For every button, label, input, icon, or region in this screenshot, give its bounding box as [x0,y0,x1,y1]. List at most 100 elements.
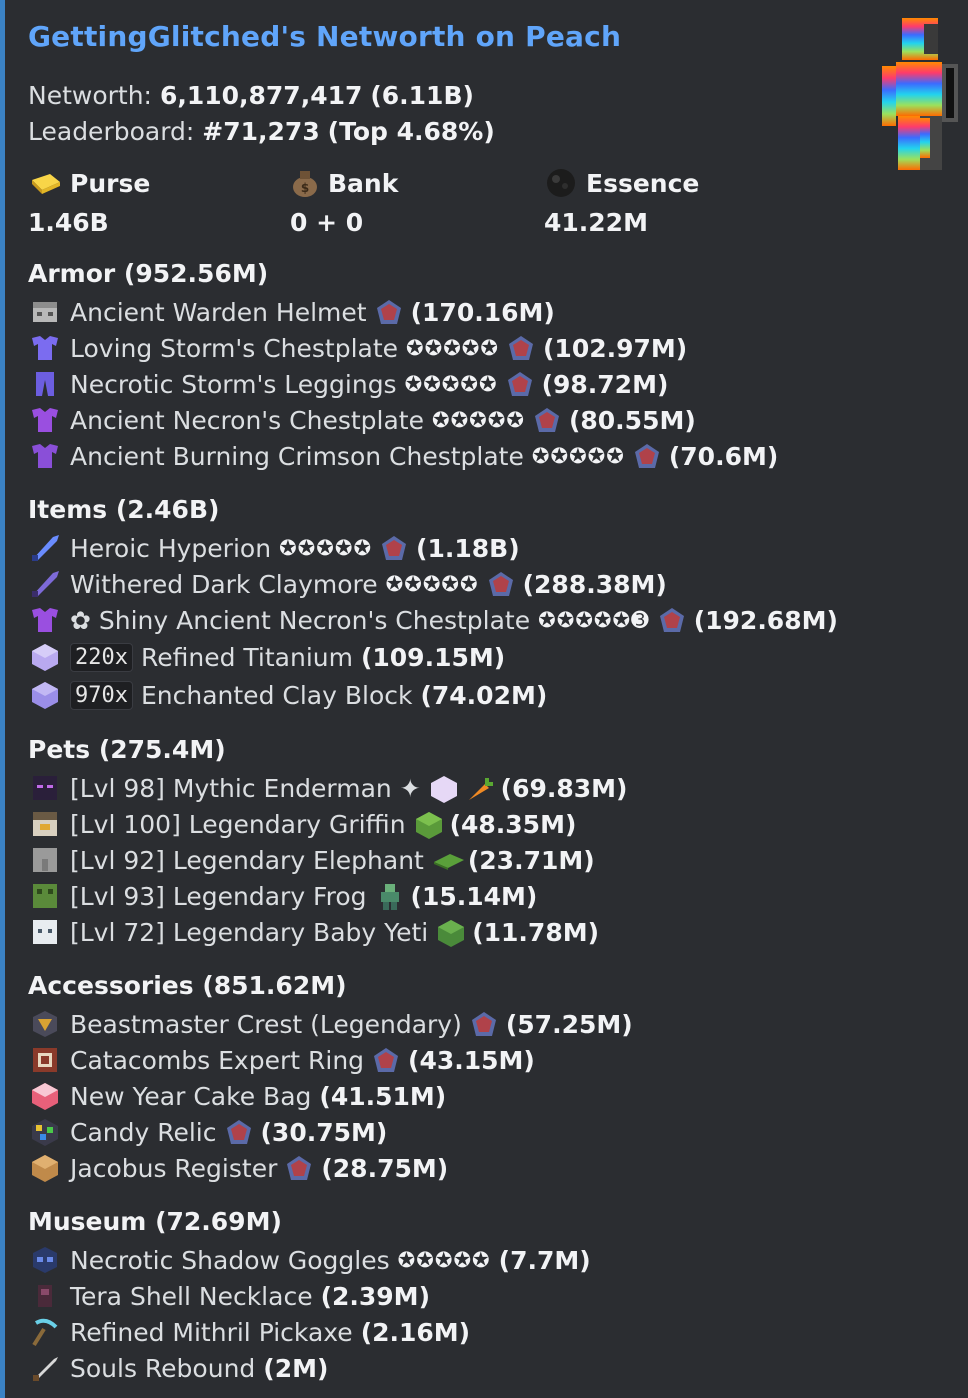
gemstone-icon [470,1010,498,1038]
gemstone-icon [225,1118,253,1146]
item-name: [Lvl 98] Mythic Enderman ✦ [70,773,421,803]
item-name: Necrotic Shadow Goggles [70,1245,390,1275]
item-name: Heroic Hyperion [70,533,272,563]
enchanted-clay-icon [28,680,62,710]
list-item: Refined Mithril Pickaxe (2.16M) [28,1314,591,1350]
storm-leggings-icon [28,369,62,399]
item-value: (102.97M) [543,333,688,363]
item-value: (69.83M) [500,773,628,803]
item-name: [Lvl 72] Legendary Baby Yeti [70,917,429,947]
necron-chestplate-icon [28,405,62,435]
list-item: ✿ Shiny Ancient Necron's Chestplate ✪✪✪✪… [28,602,838,638]
shadow-goggles-icon [28,1245,62,1275]
gemstone-icon [507,334,535,362]
list-item: [Lvl 93] Legendary Frog (15.14M) [28,878,627,914]
item-stars: ✪✪✪✪✪ [385,572,479,596]
item-name: Necrotic Storm's Leggings [70,369,397,399]
leaderboard-line: Leaderboard: #71,273 (Top 4.68%) [28,114,495,150]
item-quantity: 220x [70,642,133,672]
item-value: (57.25M) [505,1009,633,1039]
item-name: Ancient Burning Crimson Chestplate [70,441,524,471]
pet-item-icon [432,846,464,874]
item-name: Beastmaster Crest (Legendary) [70,1009,462,1039]
item-name: Ancient Warden Helmet [70,297,367,327]
item-value: (23.71M) [467,845,595,875]
field-purse: Purse 1.46B [28,165,150,241]
gemstone-icon [380,534,408,562]
gemstone-icon [506,370,534,398]
list-item: New Year Cake Bag (41.51M) [28,1078,633,1114]
embed-title[interactable]: GettingGlitched's Networth on Peach [28,20,621,53]
museum-section: Museum (72.69M) Necrotic Shadow Goggles … [28,1204,591,1386]
baby-yeti-pet-icon [28,917,62,947]
essence-label: Essence [586,168,700,198]
pet-item-orb-icon [429,774,457,803]
item-value: (28.75M) [321,1153,449,1183]
gemstone-icon [285,1154,313,1182]
item-name: [Lvl 93] Legendary Frog [70,881,367,911]
item-name: Jacobus Register [70,1153,278,1183]
accessories-header: Accessories (851.62M) [28,971,347,1000]
candy-relic-icon [28,1117,62,1147]
purse-value: 1.46B [28,208,109,237]
item-name: Tera Shell Necklace [70,1281,313,1311]
networth-line: Networth: 6,110,877,417 (6.11B) [28,78,495,114]
warden-helmet-icon [28,297,62,327]
list-item: [Lvl 100] Legendary Griffin (48.35M) [28,806,627,842]
armor-header: Armor (952.56M) [28,259,269,288]
networth-value: 6,110,877,417 [159,81,363,110]
list-item: Catacombs Expert Ring (43.15M) [28,1042,633,1078]
purse-label: Purse [70,168,151,198]
wither-essence-icon [544,168,578,198]
bank-bag-icon: $ [290,168,320,198]
item-value: (109.15M) [360,642,506,672]
list-item: Ancient Necron's Chestplate ✪✪✪✪✪ (80.55… [28,402,778,438]
pet-item-icon [375,882,403,910]
svg-text:$: $ [301,181,309,195]
items-header: Items (2.46B) [28,495,220,524]
field-essence: Essence 41.22M [544,165,699,241]
leaderboard-label: Leaderboard: [28,117,195,146]
item-stars: ✪✪✪✪✪ [279,536,373,560]
item-name: New Year Cake Bag [70,1081,312,1111]
item-name: Souls Rebound [70,1353,256,1383]
item-name: Refined Titanium [140,642,353,672]
pet-item-icon [414,810,442,839]
pets-header: Pets (275.4M) [28,735,226,764]
item-value: (98.72M) [541,369,669,399]
list-item: Tera Shell Necklace (2.39M) [28,1278,591,1314]
networth-label: Networth: [28,81,152,110]
networth-short: (6.11B) [370,81,474,110]
list-item: Ancient Burning Crimson Chestplate ✪✪✪✪✪… [28,438,778,474]
armor-section: Armor (952.56M) Ancient Warden Helmet (1… [28,256,778,474]
item-name: Refined Mithril Pickaxe [70,1317,353,1347]
item-value: (41.51M) [319,1081,447,1111]
item-stars: ✪✪✪✪✪➌ [538,608,650,632]
hyperion-sword-icon [28,533,62,563]
souls-rebound-icon [28,1353,62,1383]
embed-accent-bar [0,0,5,1398]
networth-summary: Networth: 6,110,877,417 (6.11B) Leaderbo… [28,78,495,150]
refined-titanium-icon [28,642,62,672]
pet-item-icon [436,918,465,947]
bank-value: 0 + 0 [290,208,364,237]
item-value: (2.39M) [320,1281,430,1311]
list-item: Heroic Hyperion ✪✪✪✪✪ (1.18B) [28,530,838,566]
gemstone-icon [533,406,561,434]
griffin-pet-icon [28,809,62,839]
list-item: Jacobus Register (28.75M) [28,1150,633,1186]
list-item: Beastmaster Crest (Legendary) (57.25M) [28,1006,633,1042]
catacombs-ring-icon [28,1045,62,1075]
item-value: (11.78M) [472,917,600,947]
leaderboard-top: (Top 4.68%) [327,117,495,146]
essence-value: 41.22M [544,208,648,237]
gold-ingot-icon [28,170,62,196]
item-value: (1.18B) [416,533,520,563]
item-value: (2.16M) [360,1317,471,1347]
item-value: (15.14M) [410,881,538,911]
item-value: (80.55M) [568,405,696,435]
item-quantity: 970x [70,680,133,710]
jacobus-register-icon [28,1153,62,1183]
leaderboard-rank: #71,273 [202,117,320,146]
player-skin-thumbnail [874,14,968,174]
